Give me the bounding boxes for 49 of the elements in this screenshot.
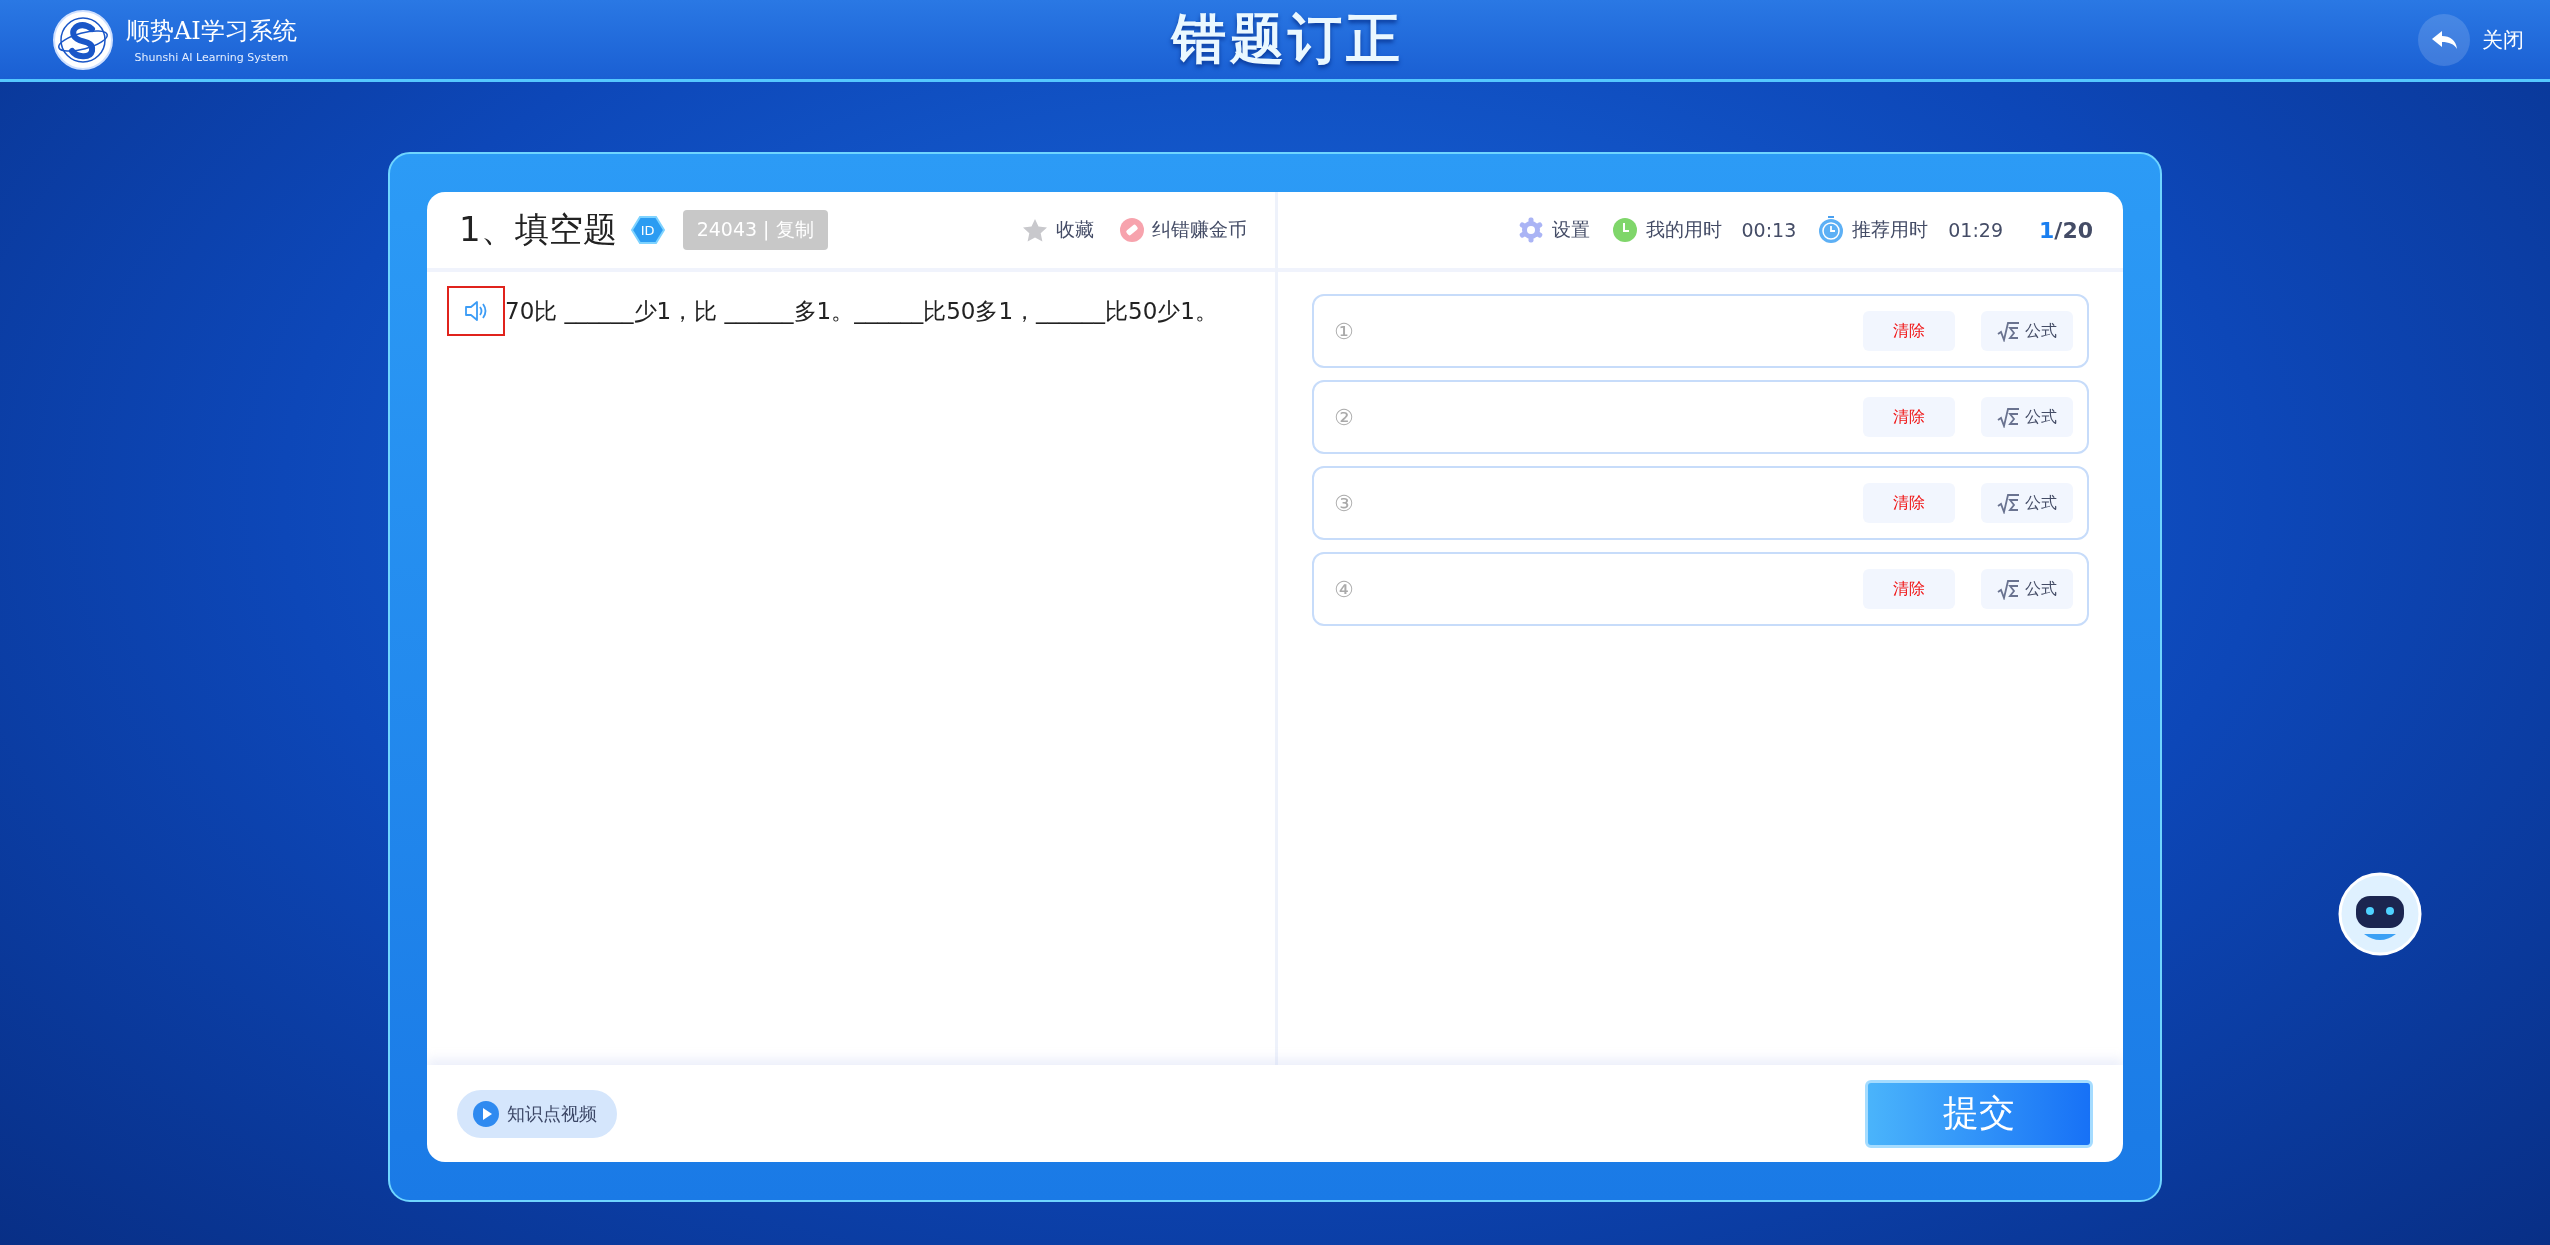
answer-field[interactable]: ④ 清除 公式 — [1312, 552, 2089, 626]
logo-subtitle: Shunshi AI Learning System — [134, 51, 289, 64]
page-title: 错题订正 — [1172, 6, 1404, 72]
hexagon-icon — [630, 215, 665, 245]
clear-button[interactable]: 清除 — [1863, 311, 1955, 351]
formula-icon — [1997, 578, 2021, 600]
knowledge-video-button[interactable]: 知识点视频 — [457, 1089, 617, 1138]
clock-icon — [1611, 217, 1638, 243]
time-value: 01:29 — [1948, 219, 2004, 241]
answer-field[interactable]: ② 清除 公式 — [1312, 380, 2089, 454]
answer-number: ① — [1334, 318, 1354, 344]
formula-icon — [1997, 406, 2021, 428]
current-question-number: 1 — [2039, 217, 2055, 243]
answer-number: ④ — [1334, 576, 1354, 602]
time-value: 00:13 — [1741, 219, 1797, 241]
report-error-button[interactable]: 纠错赚金币 — [1120, 217, 1247, 243]
eraser-icon — [1120, 218, 1144, 242]
time-label: 我的用时 — [1645, 217, 1722, 242]
answer-number: ② — [1334, 404, 1354, 430]
id-label: ID — [640, 222, 655, 238]
favorite-button[interactable]: 收藏 — [1022, 217, 1094, 243]
settings-icon — [1517, 217, 1544, 243]
clear-button[interactable]: 清除 — [1863, 569, 1955, 609]
answer-number: ③ — [1334, 490, 1354, 516]
formula-button[interactable]: 公式 — [1981, 397, 2073, 437]
speaker-icon — [463, 299, 489, 323]
formula-button[interactable]: 公式 — [1981, 569, 2073, 609]
play-icon — [473, 1100, 499, 1127]
time-label: 推荐用时 — [1852, 217, 1929, 242]
speaker-button[interactable] — [447, 286, 505, 336]
formula-button[interactable]: 公式 — [1981, 483, 2073, 523]
question-title: 1、填空题 — [459, 208, 617, 251]
formula-icon — [1997, 320, 2021, 342]
question-text: 70比 ______少1，比 ______多1。______比50多1，______比50少1。 — [505, 296, 1218, 326]
clear-button[interactable]: 清除 — [1863, 397, 1955, 437]
clear-button[interactable]: 清除 — [1863, 483, 1955, 523]
back-arrow-icon — [2430, 28, 2458, 51]
robot-icon — [2338, 872, 2422, 956]
formula-icon — [1997, 492, 2021, 514]
answer-field[interactable]: ③ 清除 公式 — [1312, 466, 2089, 540]
question-total: /20 — [2054, 217, 2093, 243]
formula-button[interactable]: 公式 — [1981, 311, 2073, 351]
answer-field[interactable]: ① 清除 公式 — [1312, 294, 2089, 368]
star-icon — [1022, 218, 1048, 242]
settings-button[interactable]: 设置 — [1517, 217, 1590, 243]
logo-title: 顺势AI学习系统 — [126, 16, 297, 47]
close-button[interactable]: 关闭 — [2104, 13, 2524, 66]
stopwatch-icon — [1818, 216, 1845, 244]
logo-icon — [52, 8, 114, 71]
